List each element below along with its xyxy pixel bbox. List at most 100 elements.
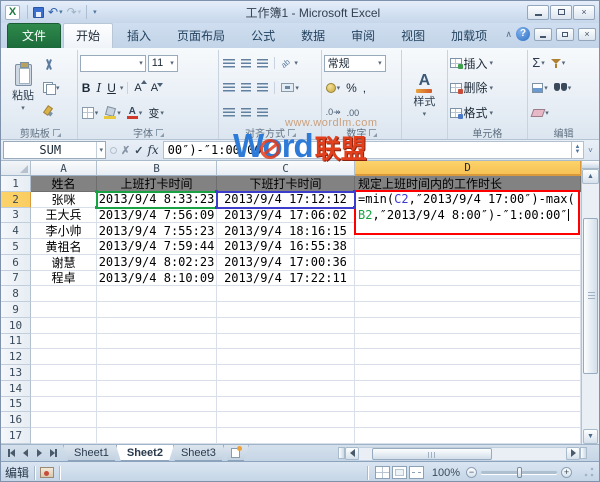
sheet-tab-Sheet3[interactable]: Sheet3 xyxy=(170,445,227,461)
cell-A6[interactable]: 谢慧 xyxy=(31,255,97,271)
redo-button[interactable]: ↷▾ xyxy=(65,4,84,20)
ribbon-tab-页面布局[interactable]: 页面布局 xyxy=(165,24,237,48)
column-header-D[interactable]: D xyxy=(355,161,581,176)
sheet-tab-Sheet2[interactable]: Sheet2 xyxy=(116,445,174,461)
zoom-in-icon[interactable]: + xyxy=(561,467,572,478)
workbook-minimize-button[interactable] xyxy=(534,28,552,41)
cell-A7[interactable]: 程卓 xyxy=(31,271,97,287)
cell-B12[interactable] xyxy=(97,349,217,365)
cell-B13[interactable] xyxy=(97,365,217,381)
select-all-corner[interactable] xyxy=(1,161,31,176)
font-color-button[interactable]: A▾ xyxy=(125,104,145,122)
cell-C13[interactable] xyxy=(217,365,355,381)
cell-A12[interactable] xyxy=(31,349,97,365)
scroll-down-icon[interactable]: ▼ xyxy=(583,429,598,444)
cell-B8[interactable] xyxy=(97,286,217,302)
cell-B6[interactable]: 2013/9/4 8:02:23 xyxy=(97,255,217,271)
restore-button[interactable] xyxy=(550,5,572,20)
insert-function-button[interactable]: fx xyxy=(147,143,158,157)
workbook-restore-button[interactable] xyxy=(556,28,574,41)
horizontal-split-handle-right[interactable] xyxy=(580,447,587,459)
align-right-button[interactable] xyxy=(255,79,270,97)
decrease-indent-button[interactable] xyxy=(221,104,237,122)
cell-A3[interactable]: 王大兵 xyxy=(31,208,97,224)
autosum-button[interactable]: Σ▾ xyxy=(530,54,547,72)
ribbon-tab-审阅[interactable]: 审阅 xyxy=(339,24,387,48)
borders-button[interactable]: ▾ xyxy=(80,104,101,122)
selection-handle[interactable] xyxy=(353,206,356,209)
align-center-button[interactable] xyxy=(239,79,253,97)
row-header-8[interactable]: 8 xyxy=(1,286,31,302)
cell-A10[interactable] xyxy=(31,318,97,334)
increase-decimal-button[interactable]: .0↠ xyxy=(324,104,343,122)
cell-A5[interactable]: 黄祖名 xyxy=(31,239,97,255)
row-header-6[interactable]: 6 xyxy=(1,255,31,271)
cell-D13[interactable] xyxy=(355,365,581,381)
cell-B7[interactable]: 2013/9/4 8:10:09 xyxy=(97,271,217,287)
styles-button[interactable]: A 样式▾ xyxy=(406,71,442,119)
selection-handle[interactable] xyxy=(215,206,218,209)
cell-C12[interactable] xyxy=(217,349,355,365)
alignment-dialog-launcher[interactable] xyxy=(288,129,295,136)
column-header-A[interactable]: A xyxy=(31,161,97,176)
minimize-button[interactable] xyxy=(527,5,549,20)
excel-logo-icon[interactable]: X xyxy=(5,5,20,20)
selection-handle[interactable] xyxy=(95,206,98,209)
selection-handle[interactable] xyxy=(215,190,218,193)
cell-D14[interactable] xyxy=(355,381,581,397)
grid[interactable]: ABCD 1姓名上班打卡时间下班打卡时间规定上班时间内的工作时长2张咪2013/… xyxy=(1,161,581,444)
name-box-dropdown-icon[interactable]: ▾ xyxy=(96,142,105,158)
cell-D15[interactable] xyxy=(355,397,581,413)
first-sheet-button[interactable] xyxy=(5,447,17,459)
cell-A11[interactable] xyxy=(31,334,97,350)
cell-C7[interactable]: 2013/9/4 17:22:11 xyxy=(217,271,355,287)
row-header-15[interactable]: 15 xyxy=(1,397,31,413)
cell-A4[interactable]: 李小帅 xyxy=(31,223,97,239)
row-header-2[interactable]: 2 xyxy=(1,192,31,208)
qat-customize-button[interactable]: ▾ xyxy=(90,4,99,20)
name-box[interactable]: SUM ▾ xyxy=(3,141,106,159)
cell-C15[interactable] xyxy=(217,397,355,413)
horizontal-scroll-thumb[interactable] xyxy=(372,448,492,460)
cell-C16[interactable] xyxy=(217,412,355,428)
cell-B16[interactable] xyxy=(97,412,217,428)
row-header-13[interactable]: 13 xyxy=(1,365,31,381)
row-header-12[interactable]: 12 xyxy=(1,349,31,365)
row-header-1[interactable]: 1 xyxy=(1,176,31,192)
merge-center-button[interactable]: ▾ xyxy=(279,79,301,97)
ribbon-tab-加载项[interactable]: 加载项 xyxy=(439,24,499,48)
cell-B15[interactable] xyxy=(97,397,217,413)
row-header-10[interactable]: 10 xyxy=(1,318,31,334)
macro-record-icon[interactable] xyxy=(40,467,54,478)
increase-indent-button[interactable] xyxy=(239,104,253,122)
fill-color-button[interactable]: ▾ xyxy=(102,104,123,122)
align-middle-button[interactable] xyxy=(239,54,253,72)
cell-C5[interactable]: 2013/9/4 16:55:38 xyxy=(217,239,355,255)
cell-D12[interactable] xyxy=(355,349,581,365)
row-header-7[interactable]: 7 xyxy=(1,271,31,287)
cell-D11[interactable] xyxy=(355,334,581,350)
cell-B5[interactable]: 2013/9/4 7:59:44 xyxy=(97,239,217,255)
italic-button[interactable]: I xyxy=(94,79,103,97)
phonetic-button[interactable]: 变▾ xyxy=(146,104,166,122)
cell-B17[interactable] xyxy=(97,428,217,444)
save-button[interactable] xyxy=(31,4,46,20)
cell-D8[interactable] xyxy=(355,286,581,302)
underline-button[interactable]: U xyxy=(105,79,118,97)
ribbon-tab-公式[interactable]: 公式 xyxy=(239,24,287,48)
bold-button[interactable]: B xyxy=(80,79,93,97)
delete-cells-button[interactable]: 删除▾ xyxy=(450,78,526,98)
vertical-scrollbar[interactable]: ▲ ▼ xyxy=(581,161,599,444)
cell-C11[interactable] xyxy=(217,334,355,350)
cell-C14[interactable] xyxy=(217,381,355,397)
close-button[interactable]: × xyxy=(573,5,595,20)
row-header-16[interactable]: 16 xyxy=(1,412,31,428)
format-painter-button[interactable] xyxy=(41,102,62,120)
cell-C8[interactable] xyxy=(217,286,355,302)
sheet-tab-Sheet1[interactable]: Sheet1 xyxy=(63,445,120,461)
row-header-14[interactable]: 14 xyxy=(1,381,31,397)
row-header-17[interactable]: 17 xyxy=(1,428,31,444)
accounting-format-button[interactable]: ▾ xyxy=(324,79,343,97)
align-left-button[interactable] xyxy=(221,79,237,97)
cell-B14[interactable] xyxy=(97,381,217,397)
